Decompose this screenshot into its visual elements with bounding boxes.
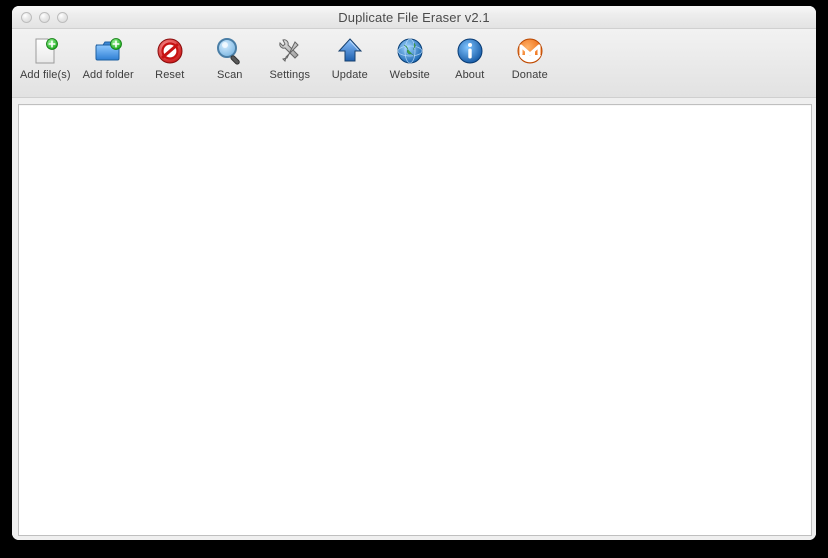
update-button[interactable]: Update — [320, 33, 380, 84]
window-title: Duplicate File Eraser v2.1 — [12, 10, 816, 25]
zoom-button[interactable] — [57, 12, 68, 23]
settings-button[interactable]: Settings — [260, 33, 320, 84]
wrench-screwdriver-icon — [274, 35, 306, 67]
toolbar-label: Add file(s) — [20, 69, 71, 81]
scan-button[interactable]: Scan — [200, 33, 260, 84]
minimize-button[interactable] — [39, 12, 50, 23]
content-area — [12, 98, 816, 540]
add-files-button[interactable]: Add file(s) — [14, 33, 77, 84]
toolbar-label: Update — [332, 69, 368, 81]
info-icon — [454, 35, 486, 67]
toolbar-label: Add folder — [83, 69, 134, 81]
no-entry-icon — [154, 35, 186, 67]
magnifier-icon — [214, 35, 246, 67]
toolbar-label: Reset — [155, 69, 184, 81]
globe-icon — [394, 35, 426, 67]
toolbar-label: Scan — [217, 69, 242, 81]
about-button[interactable]: About — [440, 33, 500, 84]
arrow-up-icon — [334, 35, 366, 67]
window-controls — [12, 12, 68, 23]
donate-button[interactable]: Donate — [500, 33, 560, 84]
website-button[interactable]: Website — [380, 33, 440, 84]
results-list[interactable] — [18, 104, 812, 536]
file-plus-icon — [29, 35, 61, 67]
stage: Duplicate File Eraser v2.1 — [0, 0, 828, 558]
toolbar-label: Website — [390, 69, 430, 81]
monero-icon — [514, 35, 546, 67]
titlebar: Duplicate File Eraser v2.1 — [12, 6, 816, 29]
app-window: Duplicate File Eraser v2.1 — [12, 6, 816, 540]
reset-button[interactable]: Reset — [140, 33, 200, 84]
folder-plus-icon — [92, 35, 124, 67]
add-folder-button[interactable]: Add folder — [77, 33, 140, 84]
toolbar: Add file(s) — [12, 29, 816, 98]
toolbar-label: About — [455, 69, 484, 81]
close-button[interactable] — [21, 12, 32, 23]
toolbar-label: Donate — [512, 69, 548, 81]
toolbar-label: Settings — [270, 69, 311, 81]
